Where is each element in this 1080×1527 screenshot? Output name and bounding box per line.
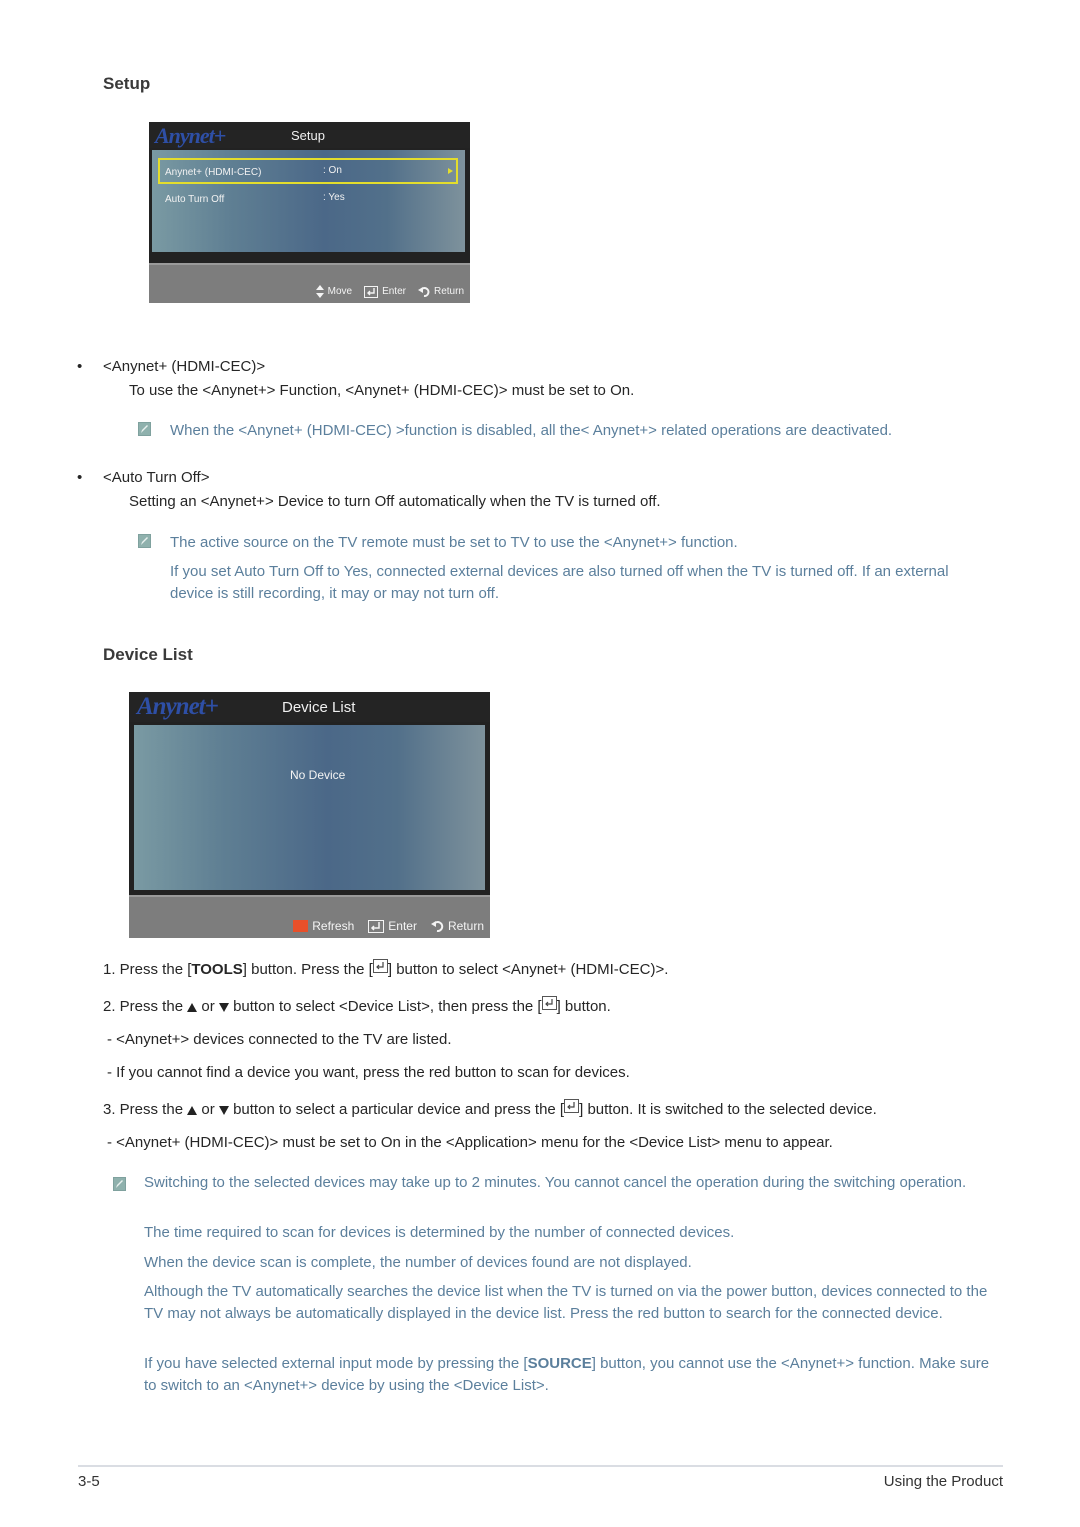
note-text: The active source on the TV remote must … — [170, 534, 738, 551]
down-arrow-icon — [218, 1105, 229, 1115]
osd-return-hint: Return — [417, 286, 464, 297]
section-heading-device-list: Device List — [103, 645, 193, 664]
up-arrow-icon — [187, 1002, 198, 1012]
return-label: Return — [447, 919, 484, 933]
item-desc: Setting an <Anynet+> Device to turn Off … — [129, 493, 661, 510]
arrow-right-icon — [448, 168, 453, 174]
osd-row-value: : On — [323, 165, 342, 176]
note-text: Switching to the selected devices may ta… — [144, 1174, 967, 1191]
page-number: 3-5 — [78, 1473, 100, 1490]
down-arrow-icon — [218, 1002, 229, 1012]
item-title-auto-turn-off: <Auto Turn Off> — [103, 469, 210, 486]
note-text: Although the TV automatically searches t… — [144, 1283, 988, 1322]
footer-divider — [78, 1465, 1003, 1467]
osd-enter-hint: Enter — [364, 285, 406, 298]
osd-header: Anynet+ Device List — [129, 692, 490, 722]
section-heading-setup: Setup — [103, 74, 151, 93]
move-updown-icon — [315, 285, 324, 298]
osd-row-anynet-hdmi-cec[interactable]: Anynet+ (HDMI-CEC) : On — [158, 158, 458, 184]
step-2: 2. Press the or button to select <Device… — [103, 996, 611, 1015]
osd-menu-body: Anynet+ (HDMI-CEC) : On Auto Turn Off : … — [152, 150, 465, 252]
note-icon — [138, 422, 151, 436]
osd-title: Setup — [291, 128, 325, 143]
osd-title: Device List — [282, 699, 356, 716]
note-text: If you set Auto Turn Off to Yes, connect… — [170, 563, 949, 602]
note-icon — [113, 1177, 126, 1191]
step-2-detail-1: - <Anynet+> devices connected to the TV … — [107, 1031, 452, 1048]
osd-footer: Refresh Enter Return — [129, 895, 490, 938]
setup-osd-screenshot: Anynet+ Setup Anynet+ (HDMI-CEC) : On Au… — [149, 122, 470, 303]
return-icon — [417, 287, 430, 297]
refresh-label: Refresh — [312, 919, 355, 933]
bullet: • — [77, 469, 83, 486]
osd-move-hint: Move — [315, 285, 353, 298]
osd-row-auto-turn-off[interactable]: Auto Turn Off : Yes — [158, 186, 458, 212]
osd-device-list-body: No Device — [134, 725, 485, 890]
note-text: When the <Anynet+ (HDMI-CEC) >function i… — [170, 422, 893, 439]
chapter-title: Using the Product — [883, 1473, 1003, 1490]
osd-refresh-hint: Refresh — [293, 919, 354, 933]
enter-label: Enter — [382, 286, 406, 297]
device-list-osd-screenshot: Anynet+ Device List No Device Refresh En… — [129, 692, 490, 938]
enter-key-icon — [541, 996, 557, 1010]
osd-footer: Move Enter Return — [149, 263, 470, 303]
item-desc: To use the <Anynet+> Function, <Anynet+ … — [129, 382, 635, 399]
step-1: 1. Press the [TOOLS] button. Press the [… — [103, 959, 669, 978]
anynet-logo: Anynet+ — [155, 123, 226, 148]
up-arrow-icon — [187, 1105, 198, 1115]
osd-row-label: Auto Turn Off — [165, 194, 225, 205]
enter-key-icon — [564, 1099, 580, 1113]
osd-header: Anynet+ Setup — [149, 122, 470, 148]
no-device-message: No Device — [290, 768, 346, 782]
item-title-anynet-hdmi-cec: <Anynet+ (HDMI-CEC)> — [103, 358, 266, 375]
osd-row-label: Anynet+ (HDMI-CEC) — [165, 167, 262, 178]
step-3: 3. Press the or button to select a parti… — [103, 1099, 877, 1118]
enter-key-icon — [372, 959, 388, 973]
enter-icon — [368, 919, 385, 933]
source-key: SOURCE — [527, 1355, 592, 1372]
osd-enter-hint: Enter — [368, 919, 417, 933]
osd-row-value: : Yes — [323, 192, 345, 203]
note-text: If you have selected external input mode… — [144, 1355, 990, 1394]
enter-icon — [364, 285, 379, 298]
step-3-detail-1: - <Anynet+ (HDMI-CEC)> must be set to On… — [107, 1134, 833, 1151]
red-button-icon — [293, 920, 309, 932]
move-label: Move — [327, 286, 353, 297]
return-label: Return — [433, 286, 464, 297]
note-text: The time required to scan for devices is… — [144, 1224, 735, 1241]
anynet-logo: Anynet+ — [137, 693, 219, 720]
tools-key: TOOLS — [191, 961, 243, 978]
step-2-detail-2: - If you cannot find a device you want, … — [107, 1064, 630, 1081]
return-icon — [430, 921, 444, 932]
osd-return-hint: Return — [430, 919, 484, 933]
note-text: When the device scan is complete, the nu… — [144, 1254, 692, 1271]
bullet: • — [77, 358, 83, 375]
enter-label: Enter — [388, 919, 417, 933]
note-icon — [138, 534, 151, 548]
